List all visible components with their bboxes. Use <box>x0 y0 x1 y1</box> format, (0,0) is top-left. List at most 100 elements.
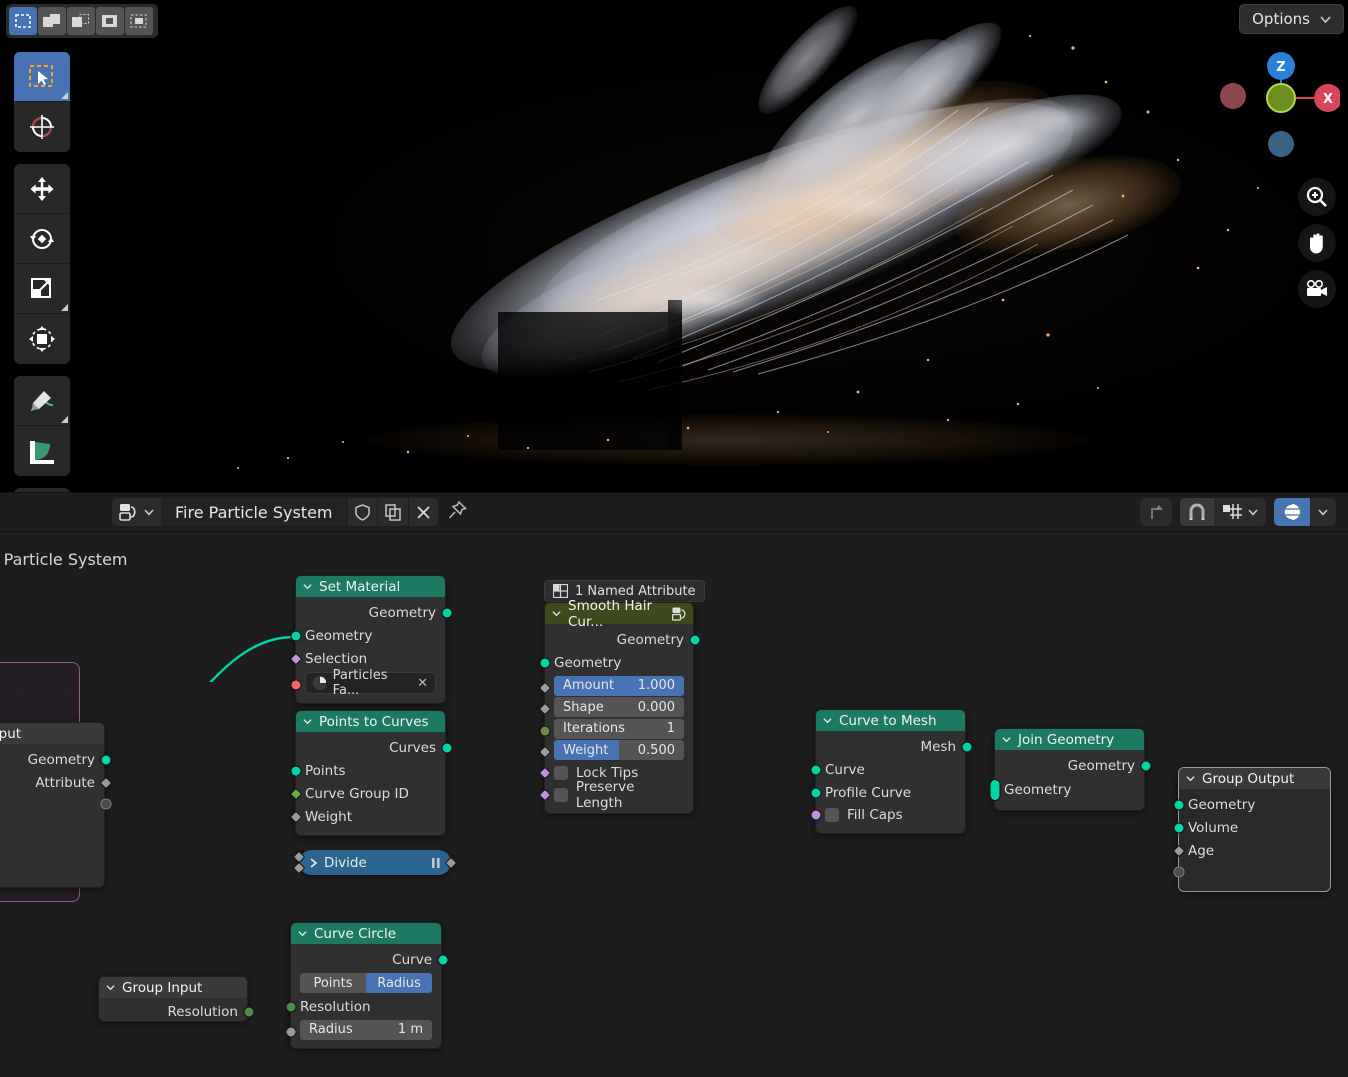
socket-geometry-out[interactable] <box>690 634 701 645</box>
input-fill-caps[interactable]: Fill Caps <box>816 804 965 826</box>
socket-geometry-out[interactable] <box>1141 760 1152 771</box>
weight-slider[interactable]: Weight 0.500 <box>554 740 684 760</box>
node-smooth-hair-curves[interactable]: Smooth Hair Cur... Geometry Geometry <box>544 602 694 814</box>
snap-toggle-button[interactable] <box>1180 498 1214 526</box>
node-header[interactable]: Curve Circle <box>291 923 441 944</box>
tool-annotate[interactable] <box>14 376 70 426</box>
chevron-right-icon[interactable] <box>309 858 318 868</box>
socket-geometry-in[interactable] <box>291 630 302 641</box>
navigation-gizmo[interactable]: Z X <box>1210 48 1340 178</box>
socket-geometry-in[interactable] <box>1174 799 1185 810</box>
unlink-datablock-button[interactable] <box>408 498 438 526</box>
socket-resolution-in[interactable] <box>286 1001 297 1012</box>
mode-option-radius[interactable]: Radius <box>366 973 432 993</box>
chevron-down-icon[interactable] <box>823 716 832 725</box>
chevron-down-icon[interactable] <box>106 983 115 992</box>
select-mode-bar[interactable] <box>6 4 158 38</box>
output-geometry[interactable]: Geometry <box>296 601 445 624</box>
input-curve[interactable]: Curve <box>816 758 965 781</box>
material-datablock-field[interactable]: Particles Fa... ✕ <box>305 672 436 694</box>
tool-scale[interactable] <box>14 264 70 314</box>
output-geometry[interactable]: Geometry <box>0 748 104 771</box>
node-header[interactable]: Points to Curves <box>296 711 445 732</box>
socket-iterations-in[interactable] <box>540 725 551 736</box>
overlays-dropdown-button[interactable] <box>1310 498 1336 526</box>
input-geometry[interactable]: Geometry <box>0 836 104 858</box>
node-set-material[interactable]: Set Material Geometry Geometry Selection <box>295 575 446 704</box>
viewport-options-button[interactable]: Options <box>1239 4 1344 34</box>
socket-curve-in[interactable] <box>811 764 822 775</box>
input-shape[interactable]: Shape 0.000 <box>545 697 693 717</box>
input-delta-time[interactable]: Delta Time <box>0 858 104 880</box>
socket-extend-in[interactable] <box>1174 867 1185 878</box>
tool-shelf[interactable] <box>14 52 70 492</box>
input-geometry[interactable]: Geometry <box>296 624 445 647</box>
input-age[interactable]: Age <box>1179 839 1330 862</box>
invert-selection-button[interactable] <box>96 7 124 35</box>
node-editor-header[interactable]: Fire Particle System <box>0 492 1348 532</box>
node-header[interactable]: Group Input <box>99 977 247 998</box>
socket-geometry-in[interactable] <box>540 657 551 668</box>
shape-slider[interactable]: Shape 0.000 <box>554 697 684 717</box>
overlays-toggle-button[interactable] <box>1274 498 1310 526</box>
preserve-length-checkbox[interactable] <box>554 788 568 802</box>
node-group-output[interactable]: Group Output Geometry Volume Age <box>1178 767 1331 892</box>
socket-geometry-multi-in[interactable] <box>990 779 1001 801</box>
input-amount[interactable]: Amount 1.000 <box>545 676 693 696</box>
input-weight[interactable]: Weight <box>296 805 445 828</box>
socket-geometry-out[interactable] <box>442 607 453 618</box>
socket-points-in[interactable] <box>291 765 302 776</box>
input-resolution[interactable]: Resolution <box>291 995 441 1018</box>
input-geometry[interactable]: Geometry <box>1179 793 1330 816</box>
output-resolution[interactable]: Resolution <box>99 1000 247 1023</box>
node-header[interactable]: Simulation Output <box>0 723 104 744</box>
input-points[interactable]: Points <box>296 759 445 782</box>
input-selection[interactable]: Selection <box>296 647 445 670</box>
input-volume[interactable]: Volume <box>1179 816 1330 839</box>
node-curve-circle[interactable]: Curve Circle Curve Points Radius Resolut… <box>290 922 442 1049</box>
output-extend[interactable] <box>0 794 104 814</box>
node-header[interactable]: Group Output <box>1179 768 1330 789</box>
socket-radius-in[interactable] <box>286 1026 297 1037</box>
input-material[interactable]: Particles Fa... ✕ <box>296 672 445 694</box>
tool-transform[interactable] <box>14 314 70 364</box>
node-header[interactable]: Smooth Hair Cur... <box>545 603 693 624</box>
go-to-parent-button[interactable] <box>1140 498 1172 526</box>
intersect-selection-button[interactable] <box>125 7 153 35</box>
output-curves[interactable]: Curves <box>296 736 445 759</box>
tool-select-box[interactable] <box>14 52 70 102</box>
input-extend[interactable] <box>1179 862 1330 882</box>
lock-tips-checkbox[interactable] <box>554 766 568 780</box>
node-curve-to-mesh[interactable]: Curve to Mesh Mesh Curve Profile Curve <box>815 709 966 834</box>
node-divide[interactable]: Divide <box>299 850 451 875</box>
socket-extend-out[interactable] <box>101 799 112 810</box>
tool-cursor[interactable] <box>14 102 70 152</box>
input-geometry[interactable]: Geometry <box>995 777 1144 803</box>
output-mesh[interactable]: Mesh <box>816 735 965 758</box>
output-geometry[interactable]: Geometry <box>545 628 693 651</box>
input-radius[interactable]: Radius 1 m <box>291 1020 441 1040</box>
input-curve-group-id[interactable]: Curve Group ID <box>296 782 445 805</box>
snapping-group[interactable] <box>1180 498 1266 526</box>
output-curve[interactable]: Curve <box>291 948 441 971</box>
curve-circle-mode-toggle[interactable]: Points Radius <box>300 973 432 993</box>
camera-view-button[interactable] <box>1298 270 1336 308</box>
tool-measure[interactable] <box>14 426 70 476</box>
chevron-down-icon[interactable] <box>298 929 307 938</box>
chevron-down-icon[interactable] <box>1186 774 1195 783</box>
subtract-selection-button[interactable] <box>67 7 95 35</box>
input-weight[interactable]: Weight 0.500 <box>545 740 693 760</box>
input-geometry[interactable]: Geometry <box>545 651 693 674</box>
node-group-input[interactable]: Group Input Resolution <box>98 976 248 1022</box>
node-points-to-curves[interactable]: Points to Curves Curves Points Curve Gro… <box>295 710 446 836</box>
socket-fill-caps-in[interactable] <box>811 810 822 821</box>
mode-option-points[interactable]: Points <box>300 973 366 993</box>
tool-rotate[interactable] <box>14 214 70 264</box>
viewport-render-canvas[interactable] <box>168 0 1348 492</box>
node-header[interactable]: Join Geometry <box>995 729 1144 750</box>
socket-resolution-out[interactable] <box>244 1006 255 1017</box>
node-join-geometry[interactable]: Join Geometry Geometry Geometry <box>994 728 1145 811</box>
input-iterations[interactable]: Iterations 1 <box>545 719 693 739</box>
overlays-group[interactable] <box>1274 498 1336 526</box>
radius-field[interactable]: Radius 1 m <box>300 1020 432 1040</box>
